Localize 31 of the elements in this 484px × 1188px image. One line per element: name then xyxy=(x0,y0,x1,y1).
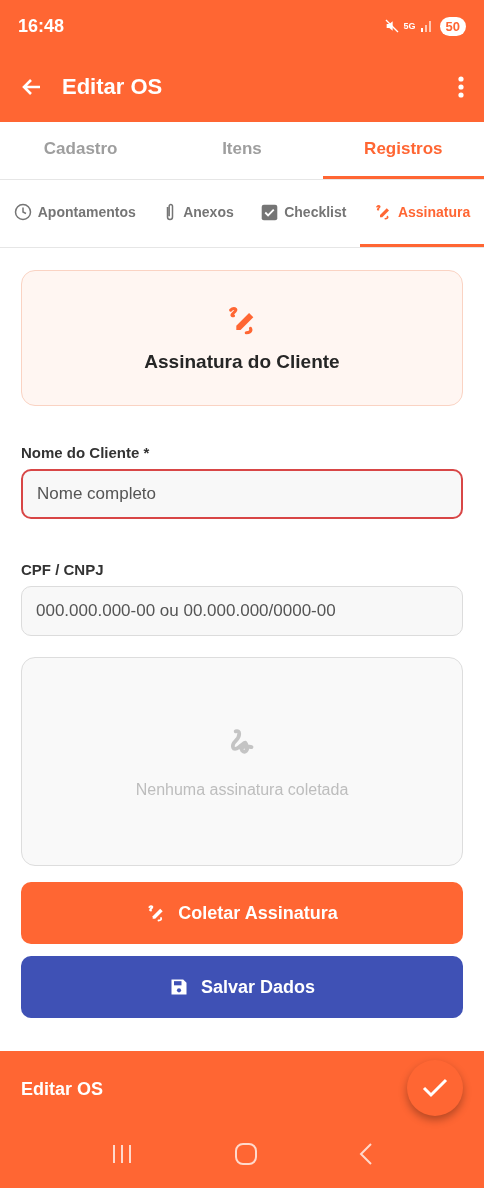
tab[interactable]: Registros xyxy=(322,122,484,179)
home-icon[interactable] xyxy=(235,1143,257,1165)
tab[interactable]: Cadastro xyxy=(0,122,162,179)
signal-icon xyxy=(419,19,434,33)
action-button[interactable]: Coletar Assinatura xyxy=(21,882,463,944)
back-icon[interactable] xyxy=(359,1143,373,1165)
sub-tab[interactable]: Anexos xyxy=(149,180,248,247)
sub-tab[interactable]: Assinatura xyxy=(360,180,484,247)
signature-pad[interactable]: Nenhuma assinatura coletada xyxy=(21,657,463,866)
field-label: CPF / CNPJ xyxy=(21,561,105,578)
confirm-button[interactable] xyxy=(407,1060,463,1116)
checkbox-icon xyxy=(261,203,279,221)
recent-apps-icon[interactable] xyxy=(111,1144,133,1164)
app-bar-title: Editar OS xyxy=(62,74,164,100)
clock-icon xyxy=(13,203,32,221)
battery-level: 50 xyxy=(439,16,466,36)
more-options-icon[interactable] xyxy=(458,75,464,99)
input-field[interactable]: Nome completo xyxy=(21,469,463,519)
mute-icon xyxy=(383,18,400,34)
network-type: 5G xyxy=(403,21,416,31)
sub-tab[interactable]: Apontamentos xyxy=(0,180,150,247)
card-title: Assinatura do Cliente xyxy=(144,351,340,373)
checkmark-icon xyxy=(422,1078,448,1098)
signature-icon xyxy=(373,203,392,221)
action-button[interactable]: Salvar Dados xyxy=(21,956,463,1018)
tab[interactable]: Itens xyxy=(161,122,323,179)
empty-signature-text: Nenhuma assinatura coletada xyxy=(135,780,349,799)
sub-tab[interactable]: Checklist xyxy=(247,180,361,247)
field-label: Nome do Cliente * xyxy=(21,444,151,461)
status-time: 16:48 xyxy=(18,15,66,37)
bottom-bar-title: Editar OS xyxy=(21,1079,104,1100)
